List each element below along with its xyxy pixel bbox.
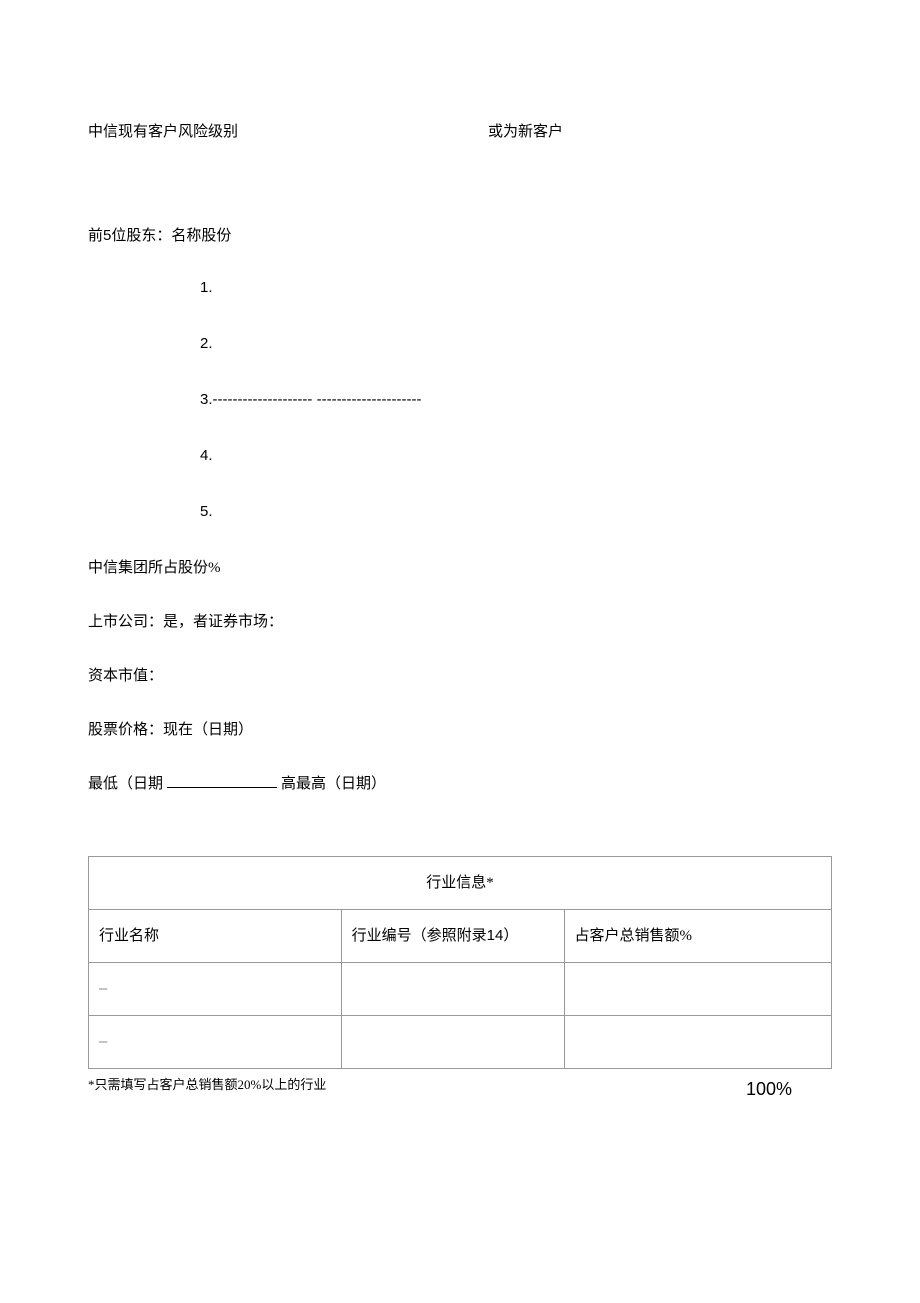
shareholder-item-1: 1. [200, 276, 832, 300]
industry-table: 行业信息* 行业名称 行业编号（参照附录14） 占客户总销售额% – – [88, 856, 832, 1069]
shareholder-list: 1. 2. 3.-------------------- -----------… [200, 276, 832, 524]
shareholder-item-4: 4. [200, 444, 832, 468]
risk-level-label: 中信现有客户风险级别 [88, 120, 488, 144]
footnote-row: *只需填写占客户总销售额20%以上的行业 100% [88, 1075, 832, 1104]
table-footnote: *只需填写占客户总销售额20%以上的行业 [88, 1075, 326, 1096]
market-cap-field: 资本市值： [88, 664, 832, 688]
hundred-percent: 100% [746, 1075, 832, 1104]
shareholder-item-2: 2. [200, 332, 832, 356]
new-customer-label: 或为新客户 [488, 120, 563, 144]
table-col-industry-code: 行业编号（参照附录14） [341, 910, 564, 963]
date-underline [167, 787, 277, 788]
risk-level-row: 中信现有客户风险级别 或为新客户 [88, 120, 832, 144]
lowest-date-field: 最低（日期高最高（日期） [88, 772, 832, 796]
table-col-sales-pct: 占客户总销售额% [564, 910, 832, 963]
table-row: – [89, 1016, 832, 1069]
citic-share-field: 中信集团所占股份% [88, 556, 832, 580]
top-shareholders-title: 前5位股东：名称股份 [88, 224, 832, 248]
table-col-industry-name: 行业名称 [89, 910, 342, 963]
table-row: – [89, 963, 832, 1016]
shareholder-item-3: 3.-------------------- -----------------… [200, 388, 832, 412]
listed-company-field: 上市公司：是，者证券市场： [88, 610, 832, 634]
stock-price-field: 股票价格：现在（日期） [88, 718, 832, 742]
table-title: 行业信息* [89, 857, 832, 910]
shareholder-item-5: 5. [200, 500, 832, 524]
